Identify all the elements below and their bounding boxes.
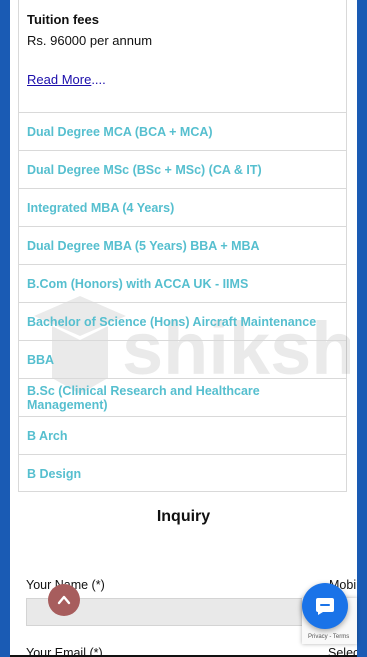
chevron-up-icon (57, 595, 71, 605)
read-more-ellipsis: .... (91, 72, 106, 87)
inquiry-title: Inquiry (156, 508, 211, 525)
tuition-fees-title: Tuition fees (27, 12, 99, 27)
course-link[interactable]: Dual Degree MBA (5 Years) BBA + MBA (19, 227, 346, 265)
course-link[interactable]: Integrated MBA (4 Years) (19, 189, 346, 227)
chat-button[interactable] (302, 583, 348, 629)
chat-bubble-icon (316, 598, 334, 615)
scroll-to-top-button[interactable] (48, 584, 80, 616)
course-link[interactable]: B Design (19, 455, 346, 493)
tuition-fees-value: Rs. 96000 per annum (27, 33, 153, 48)
read-more-row: Read More.... (27, 72, 338, 87)
course-link[interactable]: Dual Degree MCA (BCA + MCA) (19, 113, 346, 151)
course-link[interactable]: Bachelor of Science (Hons) Aircraft Main… (19, 303, 346, 341)
course-link[interactable]: B Arch (19, 417, 346, 455)
fees-section: Tuition fees Rs. 96000 per annum Read Mo… (19, 0, 346, 113)
course-link[interactable]: B.Com (Honors) with ACCA UK - IIMS (19, 265, 346, 303)
course-link[interactable]: B.Sc (Clinical Research and Healthcare M… (19, 379, 346, 417)
course-link[interactable]: Dual Degree MSc (BSc + MSc) (CA & IT) (19, 151, 346, 189)
recaptcha-text: Privacy - Terms (308, 634, 350, 640)
read-more-link[interactable]: Read More (27, 72, 91, 87)
page-content: Tuition fees Rs. 96000 per annum Read Mo… (10, 0, 357, 657)
course-link[interactable]: BBA (19, 341, 346, 379)
courses-card: Tuition fees Rs. 96000 per annum Read Mo… (18, 0, 347, 492)
